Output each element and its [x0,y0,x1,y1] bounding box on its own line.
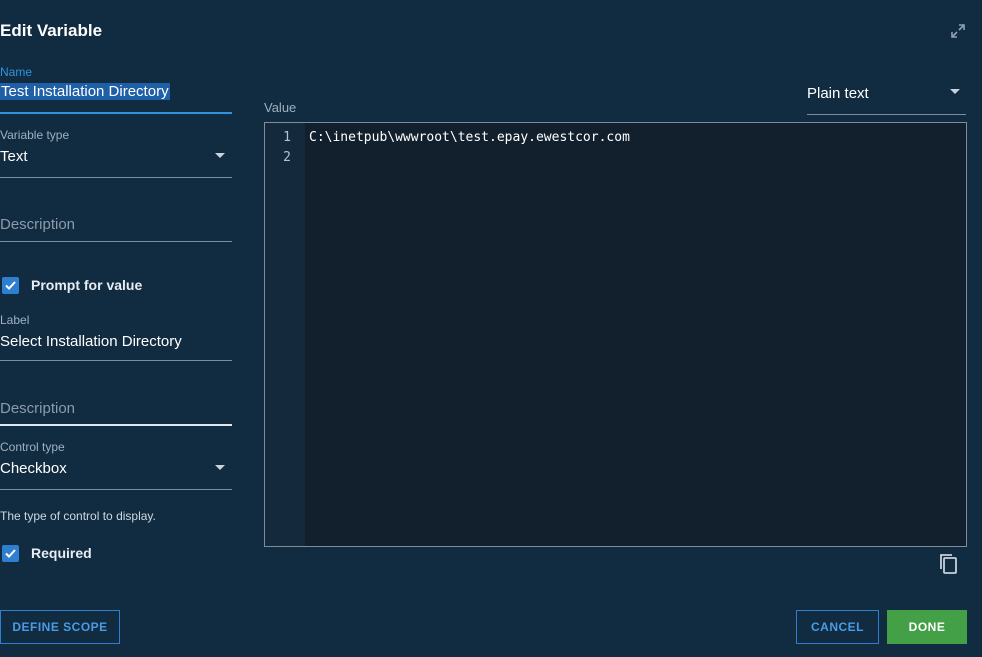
prompt-label-input[interactable]: Select Installation Directory [0,333,232,350]
code-editor[interactable]: 1 2 C:\inetpub\wwwroot\test.epay.ewestco… [264,122,967,547]
prompt-description-placeholder: Description [0,400,76,417]
variable-type-select[interactable]: Variable type Text [0,128,232,165]
prompt-label-field[interactable]: Label Select Installation Directory [0,313,232,350]
name-underline [0,112,232,114]
prompt-for-value-label: Prompt for value [31,277,143,293]
description-placeholder: Description [0,216,76,233]
chevron-down-icon[interactable] [215,153,225,158]
line-gutter: 1 2 [265,123,305,546]
copy-icon[interactable] [937,552,959,576]
name-field[interactable]: Name Test Installation Directory [0,65,232,100]
control-type-value: Checkbox [0,460,67,477]
variable-type-underline [0,177,232,178]
chevron-down-icon[interactable] [950,89,960,94]
variable-type-label: Variable type [0,128,70,142]
prompt-description-underline [0,424,232,426]
value-mode-select[interactable]: Plain text [807,84,966,115]
required-label: Required [31,545,92,561]
line-number: 1 [283,130,291,145]
name-label: Name [0,65,33,79]
prompt-description-input[interactable]: Description [0,400,232,417]
chevron-down-icon[interactable] [215,465,225,470]
define-scope-button[interactable]: DEFINE SCOPE [0,610,120,644]
value-label: Value [264,100,297,115]
value-mode-text: Plain text [807,85,869,102]
line-number: 2 [283,150,291,165]
expand-icon[interactable] [950,23,966,39]
prompt-for-value-checkbox[interactable] [2,277,19,294]
description-input[interactable]: Description [0,216,232,233]
control-type-label: Control type [0,440,65,454]
required-checkbox[interactable] [2,545,19,562]
prompt-label-label: Label [0,313,30,327]
control-type-underline [0,489,232,490]
control-type-select[interactable]: Control type Checkbox [0,440,232,477]
control-type-helper: The type of control to display. [0,509,156,523]
name-input[interactable]: Test Installation Directory [0,83,170,100]
prompt-label-underline [0,360,232,361]
done-button[interactable]: DONE [887,610,967,644]
dialog-title: Edit Variable [0,21,103,40]
description-underline [0,241,232,242]
variable-type-value: Text [0,148,28,165]
code-line[interactable]: C:\inetpub\wwwroot\test.epay.ewestcor.co… [309,130,630,145]
cancel-button[interactable]: CANCEL [796,610,879,644]
